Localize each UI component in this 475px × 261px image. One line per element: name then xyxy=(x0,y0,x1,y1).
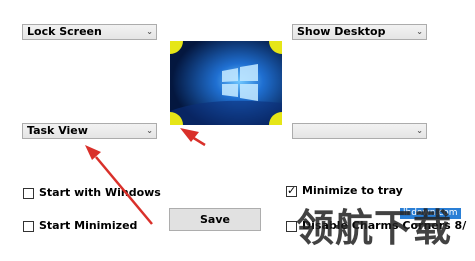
start-minimized-checkbox[interactable] xyxy=(23,221,34,232)
minimize-to-tray-checkbox[interactable] xyxy=(286,184,297,197)
windows-wallpaper-image xyxy=(170,41,282,125)
start-with-windows-checkbox[interactable] xyxy=(23,188,34,199)
dropdown-value: Task View xyxy=(27,124,88,137)
top-left-corner-dropdown[interactable]: Lock Screen ⌄ xyxy=(22,24,157,40)
start-minimized-label[interactable]: Start Minimized xyxy=(39,219,137,232)
bottom-right-corner-dropdown[interactable]: ⌄ xyxy=(292,123,427,139)
chevron-down-icon: ⌄ xyxy=(146,27,153,36)
dropdown-value: Lock Screen xyxy=(27,25,102,38)
arrow-to-hot-corner-icon xyxy=(191,135,206,147)
chevron-down-icon: ⌄ xyxy=(416,126,423,135)
desktop-preview xyxy=(170,41,282,125)
chevron-down-icon: ⌄ xyxy=(146,126,153,135)
start-with-windows-label[interactable]: Start with Windows xyxy=(39,186,161,199)
minimize-to-tray-label[interactable]: Minimize to tray xyxy=(302,184,403,197)
watermark-text: 领航下载 xyxy=(296,206,453,250)
bottom-left-corner-dropdown[interactable]: Task View ⌄ xyxy=(22,123,157,139)
dropdown-value: Show Desktop xyxy=(297,25,386,38)
save-button[interactable]: Save xyxy=(169,208,261,231)
chevron-down-icon: ⌄ xyxy=(416,27,423,36)
top-right-corner-dropdown[interactable]: Show Desktop ⌄ xyxy=(292,24,427,40)
